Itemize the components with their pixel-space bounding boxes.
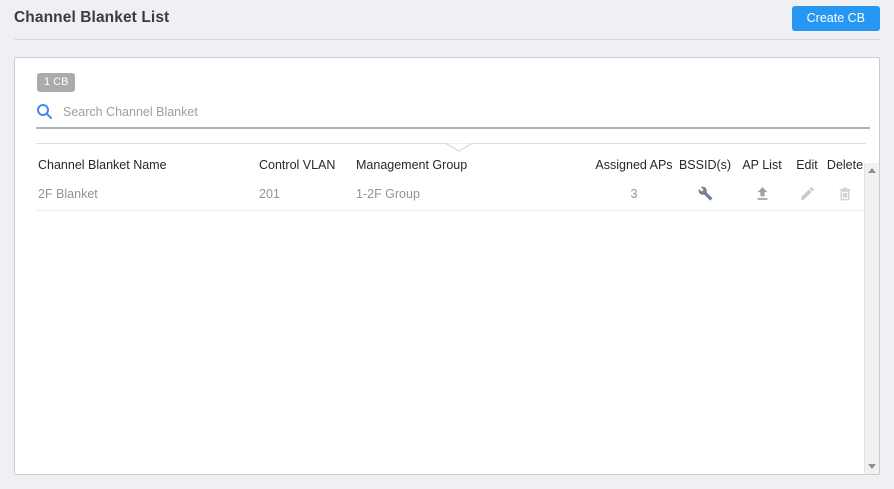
table-body: 2F Blanket 201 1-2F Group 3 bbox=[36, 178, 866, 471]
channel-blanket-table: Channel Blanket Name Control VLAN Manage… bbox=[36, 142, 866, 471]
col-header-assigned-aps: Assigned APs bbox=[595, 157, 673, 172]
notch-chevron-icon bbox=[446, 142, 472, 152]
wrench-icon bbox=[698, 186, 712, 201]
scroll-up-icon[interactable] bbox=[868, 167, 876, 173]
col-header-bssid: BSSID(s) bbox=[678, 157, 732, 172]
search-icon bbox=[37, 104, 52, 119]
table-header-row: Channel Blanket Name Control VLAN Manage… bbox=[36, 152, 866, 178]
upload-icon bbox=[757, 187, 767, 200]
table-row: 2F Blanket 201 1-2F Group 3 bbox=[36, 178, 866, 211]
col-header-delete: Delete bbox=[826, 157, 864, 172]
pencil-icon bbox=[800, 187, 814, 200]
table-scrollbar[interactable] bbox=[864, 162, 879, 474]
delete-button[interactable] bbox=[837, 186, 853, 202]
cell-management-group: 1-2F Group bbox=[356, 186, 420, 201]
col-header-ap-list: AP List bbox=[742, 157, 782, 172]
channel-blanket-panel: 1 CB Channel Blanket Name Control VLAN M… bbox=[14, 56, 880, 475]
table-top-divider bbox=[36, 142, 866, 152]
edit-button[interactable] bbox=[799, 185, 816, 202]
cell-assigned-aps: 3 bbox=[630, 186, 638, 201]
col-header-name: Channel Blanket Name bbox=[38, 157, 167, 172]
cell-control-vlan: 201 bbox=[259, 186, 280, 201]
search-bar bbox=[36, 102, 870, 129]
search-input[interactable] bbox=[63, 102, 870, 121]
ap-list-button[interactable] bbox=[754, 185, 771, 202]
header-divider bbox=[14, 38, 880, 40]
trash-icon bbox=[839, 187, 851, 200]
cell-name: 2F Blanket bbox=[38, 186, 98, 201]
cb-count-badge: 1 CB bbox=[37, 72, 76, 92]
col-header-management-group: Management Group bbox=[356, 157, 468, 172]
col-header-edit: Edit bbox=[796, 157, 818, 172]
page-header: Channel Blanket List Create CB bbox=[0, 0, 894, 31]
col-header-control-vlan: Control VLAN bbox=[259, 157, 336, 172]
create-cb-button[interactable]: Create CB bbox=[791, 6, 880, 31]
page-title: Channel Blanket List bbox=[14, 9, 170, 27]
bssid-button[interactable] bbox=[698, 186, 713, 201]
scroll-down-icon[interactable] bbox=[868, 463, 876, 469]
